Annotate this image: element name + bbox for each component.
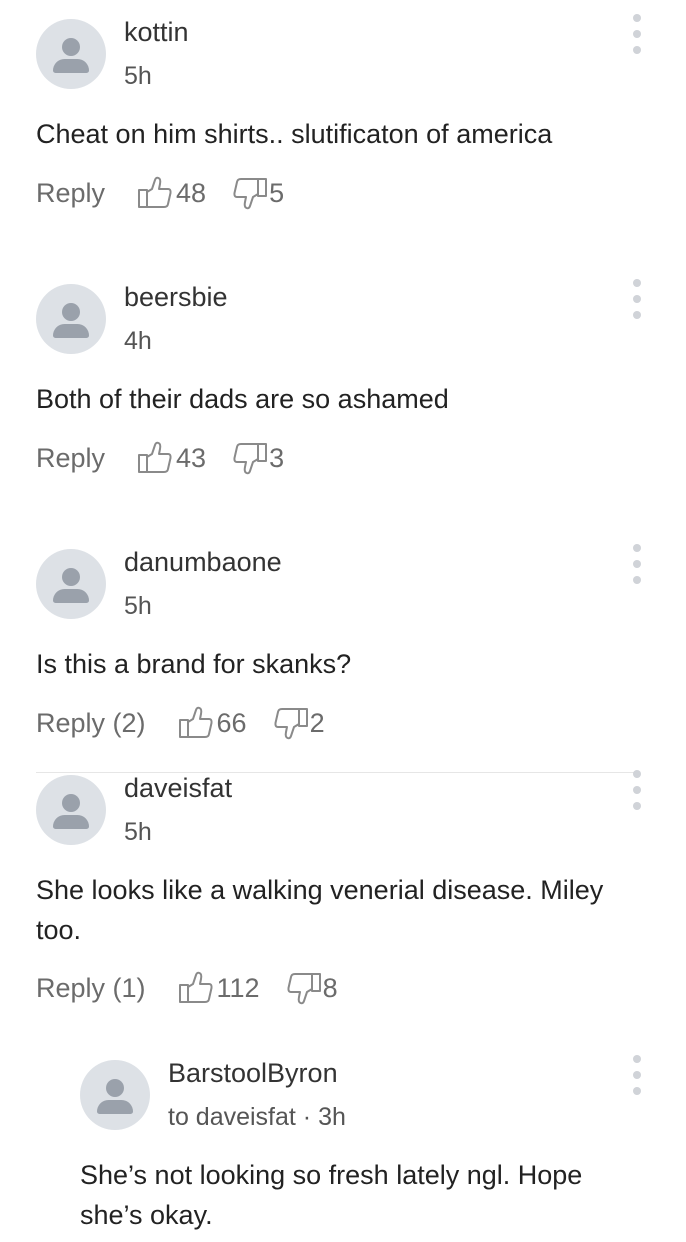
avatar[interactable]: [36, 19, 106, 89]
dislike-count: 3: [269, 442, 285, 473]
user-placeholder-icon: [62, 38, 80, 56]
like-button[interactable]: 66: [178, 706, 247, 740]
more-vertical-icon: [633, 770, 641, 778]
avatar[interactable]: [80, 1060, 150, 1130]
comment-timestamp: 5h: [124, 592, 152, 620]
comment-text: Cheat on him shirts.. slutificaton of am…: [36, 119, 553, 149]
more-options-button[interactable]: [632, 770, 642, 810]
dislike-button[interactable]: 8: [286, 971, 338, 1005]
comment-timestamp: 5h: [124, 818, 152, 846]
comment-username[interactable]: BarstoolByron: [168, 1058, 338, 1089]
more-vertical-icon: [633, 14, 641, 22]
comment-timestamp: 4h: [124, 327, 152, 355]
dislike-count: 5: [269, 177, 285, 208]
comment-username[interactable]: daveisfat: [124, 773, 232, 804]
dislike-button[interactable]: 5: [232, 176, 284, 210]
like-count: 48: [176, 177, 207, 208]
more-options-button[interactable]: [632, 14, 642, 54]
comment-text: She looks like a walking venerial diseas…: [36, 875, 604, 945]
avatar[interactable]: [36, 549, 106, 619]
more-options-button[interactable]: [632, 544, 642, 584]
comment-text: Both of their dads are so ashamed: [36, 384, 449, 414]
like-button[interactable]: 48: [137, 176, 206, 210]
like-button[interactable]: 43: [137, 441, 206, 475]
more-options-button[interactable]: [632, 1055, 642, 1095]
comment-actions: Reply 48 5: [36, 173, 284, 213]
comment-username[interactable]: danumbaone: [124, 547, 282, 578]
comment-actions: Reply (1) 112 8: [36, 968, 338, 1008]
dislike-button[interactable]: 2: [273, 706, 325, 740]
comment-username[interactable]: kottin: [124, 17, 189, 48]
reply-button[interactable]: Reply (2): [36, 708, 146, 739]
comment-actions: Reply (2) 66 2: [36, 703, 325, 743]
dislike-button[interactable]: 3: [232, 441, 284, 475]
more-vertical-icon: [633, 279, 641, 287]
avatar[interactable]: [36, 284, 106, 354]
reply-button[interactable]: Reply (1): [36, 973, 146, 1004]
more-options-button[interactable]: [632, 279, 642, 319]
user-placeholder-icon: [62, 303, 80, 321]
avatar[interactable]: [36, 775, 106, 845]
more-vertical-icon: [633, 544, 641, 552]
comment-timestamp: 5h: [124, 62, 152, 90]
like-count: 112: [216, 972, 260, 1003]
user-placeholder-icon: [106, 1079, 124, 1097]
thumbs-down-icon: [287, 973, 321, 1005]
user-placeholder-icon: [62, 794, 80, 812]
like-count: 66: [216, 707, 247, 738]
comment-actions: Reply 43 3: [36, 438, 284, 478]
thumbs-down-icon: [274, 708, 308, 740]
thumbs-up-icon: [178, 971, 213, 1003]
comment-text: Is this a brand for skanks?: [36, 649, 352, 679]
dislike-count: 8: [322, 972, 338, 1003]
user-placeholder-icon: [62, 568, 80, 586]
comment-username[interactable]: beersbie: [124, 282, 228, 313]
dislike-count: 2: [309, 707, 325, 738]
comment-text: She’s not looking so fresh lately ngl. H…: [80, 1160, 583, 1230]
like-button[interactable]: 112: [178, 971, 260, 1005]
thumbs-up-icon: [138, 441, 172, 473]
thumbs-down-icon: [233, 178, 268, 210]
thumbs-up-icon: [178, 706, 213, 738]
thumbs-up-icon: [138, 176, 172, 208]
reply-button[interactable]: Reply: [36, 178, 105, 209]
like-count: 43: [176, 442, 207, 473]
reply-to-timestamp: to daveisfat · 3h: [168, 1103, 346, 1131]
thumbs-down-icon: [233, 443, 268, 475]
reply-button[interactable]: Reply: [36, 443, 105, 474]
more-vertical-icon: [633, 1055, 641, 1063]
